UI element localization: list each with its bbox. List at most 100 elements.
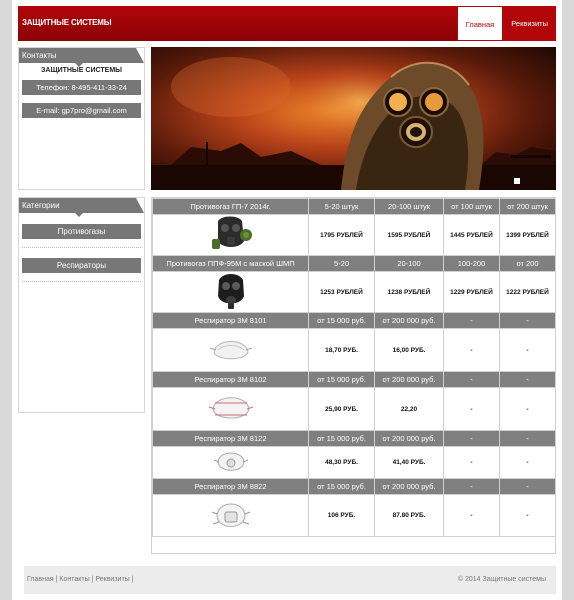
tier-label: 5-20 штук: [308, 198, 375, 215]
table-row: 1795 РУБЛЕЙ 1595 РУБЛЕЙ 1445 РУБЛЕЙ 1399…: [152, 214, 556, 256]
categories-panel-header: Категории: [19, 198, 144, 217]
price-cell: 1238 РУБЛЕЙ: [374, 271, 444, 313]
product-image-cell: [152, 387, 309, 431]
price-cell: -: [443, 446, 500, 479]
tier-label: 100-200: [443, 255, 500, 272]
table-row-header: Респиратор 3М 8101 от 15 000 руб. от 200…: [152, 312, 556, 329]
tier-label: от 200 000 руб.: [374, 430, 444, 447]
table-row: 25,90 РУБ. 22,20 - -: [152, 387, 556, 431]
hero-banner: [151, 47, 556, 190]
price-cell: 1399 РУБЛЕЙ: [499, 214, 556, 256]
tier-label: от 15 000 руб.: [308, 478, 375, 495]
price-cell: 41,40 РУБ.: [374, 446, 444, 479]
tier-label: -: [499, 312, 556, 329]
page: Защитные системы Главная Реквизиты Конта…: [12, 0, 562, 600]
gas-mask-gp7-icon[interactable]: [208, 215, 254, 253]
respirator-8122-icon[interactable]: [213, 448, 248, 476]
price-table: Противогаз ГП-7 2014г. 5-20 штук 20-100 …: [152, 198, 556, 537]
footer-copyright: © 2014 Защитные системы: [457, 576, 546, 583]
contacts-phone: Телефон: 8-495-411-33-24: [22, 80, 141, 95]
price-cell: -: [443, 387, 500, 431]
tier-label: -: [443, 430, 500, 447]
price-cell: 48,30 РУБ.: [308, 446, 375, 479]
product-image-cell: [152, 328, 309, 372]
notch-arrow-icon: [75, 213, 83, 217]
table-row-header: Противогаз ППФ-95М с маской ШМП 5-20 20-…: [152, 255, 556, 272]
product-name: Респиратор 3М 8822: [152, 478, 309, 495]
nav-item-requisites[interactable]: Реквизиты: [503, 6, 556, 41]
tier-label: от 15 000 руб.: [308, 312, 375, 329]
price-cell: -: [499, 494, 556, 537]
contacts-email[interactable]: E-mail: gp7pro@gmail.com: [22, 103, 141, 118]
tier-label: от 100 штук: [443, 198, 500, 215]
hero-banner-image: [151, 47, 556, 190]
category-item-gas-masks[interactable]: Противогазы: [22, 224, 141, 239]
product-name: Респиратор 3М 8122: [152, 430, 309, 447]
footer-link-home[interactable]: Главная: [27, 576, 54, 583]
tier-label: от 200 000 руб.: [374, 371, 444, 388]
product-name: Респиратор 3М 8102: [152, 371, 309, 388]
tier-label: от 200 000 руб.: [374, 312, 444, 329]
tier-label: -: [499, 430, 556, 447]
tier-label: 5-20: [308, 255, 375, 272]
table-row-header: Респиратор 3М 8102 от 15 000 руб. от 200…: [152, 371, 556, 388]
table-row: 48,30 РУБ. 41,40 РУБ. - -: [152, 446, 556, 479]
categories-panel: Категории Противогазы Респираторы: [18, 197, 145, 413]
product-name: Противогаз ППФ-95М с маской ШМП: [152, 255, 309, 272]
contacts-company: ЗАЩИТНЫЕ СИСТЕМЫ: [41, 67, 122, 74]
category-divider: [22, 281, 141, 282]
product-image-cell: [152, 446, 309, 479]
footer-separator: |: [91, 576, 94, 583]
price-cell: 1795 РУБЛЕЙ: [308, 214, 375, 256]
price-cell: -: [499, 387, 556, 431]
price-cell: 18,70 РУБ.: [308, 328, 375, 372]
product-name: Респиратор 3М 8101: [152, 312, 309, 329]
price-cell: -: [499, 328, 556, 372]
price-cell: 106 РУБ.: [308, 494, 375, 537]
product-image-cell: [152, 214, 309, 256]
nav-item-home[interactable]: Главная: [456, 6, 504, 41]
tier-label: -: [443, 371, 500, 388]
respirator-8102-icon[interactable]: [208, 391, 253, 425]
category-divider: [22, 247, 141, 248]
tier-label: -: [443, 478, 500, 495]
price-cell: -: [443, 328, 500, 372]
price-cell: 25,90 РУБ.: [308, 387, 375, 431]
respirator-8101-icon[interactable]: [209, 334, 252, 364]
site-footer: Главная | Контакты | Реквизиты | © 2014 …: [24, 566, 556, 594]
contacts-panel-header: Контакты: [19, 48, 144, 67]
table-row-header: Респиратор 3М 8122 от 15 000 руб. от 200…: [152, 430, 556, 447]
price-cell: 1445 РУБЛЕЙ: [443, 214, 500, 256]
price-table-wrapper: Противогаз ГП-7 2014г. 5-20 штук 20-100 …: [151, 197, 556, 554]
categories-panel-title: Категории: [22, 201, 60, 210]
table-row-header: Респиратор 3М 8822 от 15 000 руб. от 200…: [152, 478, 556, 495]
product-image-cell: [152, 494, 309, 537]
price-cell: 1229 РУБЛЕЙ: [443, 271, 500, 313]
footer-separator: |: [55, 576, 58, 583]
footer-separator: |: [131, 576, 134, 583]
footer-links: Главная | Контакты | Реквизиты |: [27, 576, 133, 583]
table-row: 1253 РУБЛЕЙ 1238 РУБЛЕЙ 1229 РУБЛЕЙ 1222…: [152, 271, 556, 313]
footer-link-requisites[interactable]: Реквизиты: [95, 576, 129, 583]
footer-link-contacts[interactable]: Контакты: [59, 576, 89, 583]
respirator-8822-icon[interactable]: [211, 496, 251, 534]
site-logo[interactable]: Защитные системы: [22, 18, 112, 27]
tier-label: 20-100: [374, 255, 444, 272]
site-header: Защитные системы Главная Реквизиты: [18, 6, 556, 41]
tier-label: от 200: [499, 255, 556, 272]
tier-label: -: [443, 312, 500, 329]
category-item-respirators[interactable]: Респираторы: [22, 258, 141, 273]
slider-dot-button[interactable]: [514, 178, 520, 184]
product-name: Противогаз ГП-7 2014г.: [152, 198, 309, 215]
price-cell: 1253 РУБЛЕЙ: [308, 271, 375, 313]
price-cell: 22,20: [374, 387, 444, 431]
gas-mask-ppf-icon[interactable]: [211, 272, 251, 310]
tier-label: от 200 000 руб.: [374, 478, 444, 495]
tier-label: -: [499, 371, 556, 388]
tier-label: от 15 000 руб.: [308, 371, 375, 388]
price-cell: -: [443, 494, 500, 537]
price-cell: 87.80 РУБ.: [374, 494, 444, 537]
tier-label: 20-100 штук: [374, 198, 444, 215]
tier-label: от 15 000 руб.: [308, 430, 375, 447]
contacts-panel: Контакты ЗАЩИТНЫЕ СИСТЕМЫ Телефон: 8-495…: [18, 47, 145, 190]
